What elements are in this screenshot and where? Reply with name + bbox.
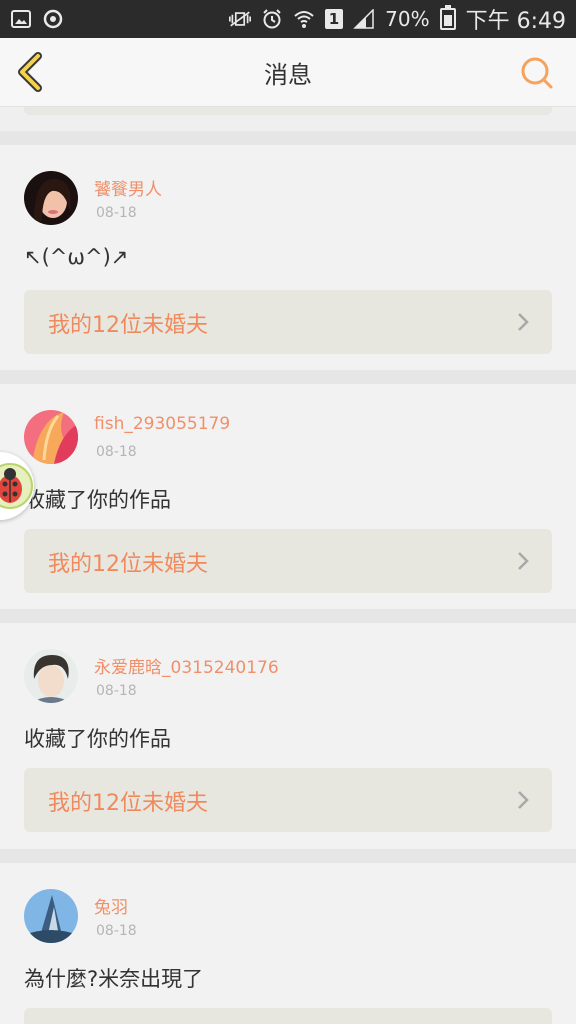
signal-icon <box>353 8 375 30</box>
wifi-icon <box>293 8 315 30</box>
divider <box>0 131 576 145</box>
work-title: 我的12位未婚夫 <box>48 313 208 338</box>
chevron-right-icon <box>518 791 529 809</box>
message-date: 08-18 <box>96 444 137 460</box>
message-list[interactable]: 饕餮男人 08-18 ↖(^ω^)↗ 我的12位未婚夫 fish_2930551… <box>0 107 576 1024</box>
sim-badge: 1 <box>324 9 344 29</box>
page-title: 消息 <box>264 60 312 89</box>
message-text: 收藏了你的作品 <box>24 488 171 512</box>
message-text: 收藏了你的作品 <box>24 727 171 751</box>
chevron-right-icon <box>518 552 529 570</box>
message-card: 兔羽 08-18 為什麼?米奈出現了 <box>0 863 576 1024</box>
avatar[interactable] <box>24 889 78 943</box>
user-name[interactable]: 兔羽 <box>94 893 128 918</box>
work-title: 我的12位未婚夫 <box>48 552 208 577</box>
search-icon <box>521 57 553 89</box>
status-left <box>10 8 64 30</box>
divider <box>0 370 576 384</box>
search-button[interactable] <box>520 56 554 90</box>
message-text: 為什麼?米奈出現了 <box>24 967 204 991</box>
divider <box>0 849 576 863</box>
message-card: 饕餮男人 08-18 ↖(^ω^)↗ 我的12位未婚夫 <box>0 145 576 370</box>
status-bar: 1 70% 下午 6:49 <box>0 0 576 38</box>
message-date: 08-18 <box>96 205 137 221</box>
eye-icon <box>42 8 64 30</box>
message-date: 08-18 <box>96 683 137 699</box>
work-link[interactable]: 我的12位未婚夫 <box>24 768 552 832</box>
message-date: 08-18 <box>96 923 137 939</box>
avatar[interactable] <box>24 171 78 225</box>
work-title: 我的12位未婚夫 <box>48 791 208 816</box>
mute-vibrate-icon <box>228 8 251 30</box>
message-text: ↖(^ω^)↗ <box>24 245 129 269</box>
divider <box>0 609 576 623</box>
ladybug-icon <box>0 463 33 509</box>
back-button[interactable] <box>14 52 50 92</box>
header-bar: 消息 <box>0 38 576 107</box>
message-card: 永爱鹿晗_0315240176 08-18 收藏了你的作品 我的12位未婚夫 <box>0 623 576 849</box>
avatar[interactable] <box>24 649 78 703</box>
floating-ladybug-button[interactable] <box>0 452 34 520</box>
message-card: fish_293055179 08-18 收藏了你的作品 我的12位未婚夫 <box>0 384 576 609</box>
image-icon <box>10 8 32 30</box>
user-name[interactable]: 饕餮男人 <box>94 175 162 200</box>
battery-percent: 70% <box>385 7 430 31</box>
battery-icon <box>439 5 456 30</box>
status-right: 1 70% 下午 6:49 <box>228 3 566 35</box>
alarm-icon <box>261 8 283 30</box>
work-link[interactable]: 我的12位未婚夫 <box>24 529 552 593</box>
previous-work-link[interactable] <box>24 107 552 115</box>
work-link[interactable]: 我的12位未婚夫 <box>24 290 552 354</box>
chevron-right-icon <box>518 313 529 331</box>
chevron-left-icon <box>18 52 42 92</box>
user-name[interactable]: 永爱鹿晗_0315240176 <box>94 653 279 678</box>
clock-time: 下午 6:49 <box>465 9 566 34</box>
user-name[interactable]: fish_293055179 <box>94 414 230 434</box>
work-link[interactable] <box>24 1008 552 1024</box>
